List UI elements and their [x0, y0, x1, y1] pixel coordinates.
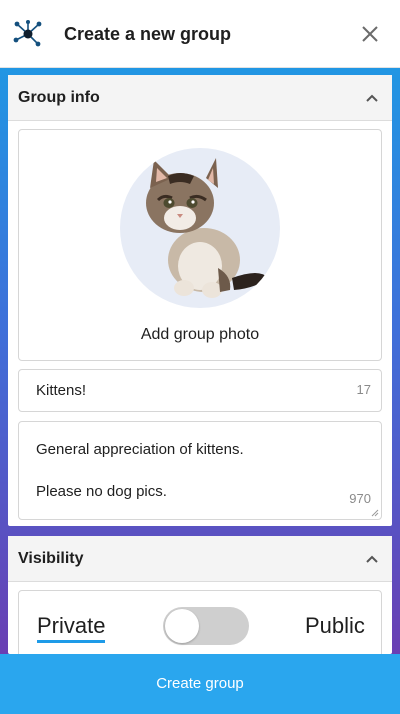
group-info-header[interactable]: Group info: [8, 75, 392, 121]
toggle-knob: [165, 609, 199, 643]
top-bar: Create a new group: [0, 0, 400, 68]
chevron-up-icon[interactable]: [364, 91, 380, 105]
kitten-image: [146, 158, 268, 298]
visibility-public-option[interactable]: Public: [305, 613, 365, 639]
visibility-header[interactable]: Visibility: [8, 536, 392, 582]
description-line-1: General appreciation of kittens.: [36, 441, 244, 458]
group-name-value: Kittens!: [36, 382, 87, 399]
group-name-field[interactable]: Kittens! 17: [18, 369, 382, 412]
group-info-title: Group info: [18, 89, 100, 106]
visibility-private-option[interactable]: Private: [37, 613, 106, 643]
visibility-card: Visibility Private Public: [8, 536, 392, 670]
kitten-photo[interactable]: [120, 148, 280, 308]
visibility-toggle[interactable]: [163, 607, 249, 645]
network-hub-icon: [13, 20, 42, 47]
description-line-2: Please no dog pics.: [36, 483, 167, 500]
add-group-photo-label: Add group photo: [140, 326, 260, 343]
page-title: Create a new group: [64, 24, 232, 44]
visibility-title: Visibility: [18, 550, 84, 567]
group-photo-picker[interactable]: Add group photo: [18, 129, 382, 361]
group-description-field[interactable]: General appreciation of kittens. Please …: [18, 421, 382, 520]
resize-handle-icon[interactable]: [371, 509, 379, 517]
chevron-up-icon[interactable]: [364, 552, 380, 566]
group-info-card: Group info Add group photo Kittens! 17 G…: [8, 75, 392, 526]
group-name-char-count: 17: [356, 382, 371, 397]
create-group-button[interactable]: Create group: [0, 654, 400, 714]
close-icon[interactable]: [358, 22, 382, 46]
description-char-count: 970: [349, 491, 371, 506]
